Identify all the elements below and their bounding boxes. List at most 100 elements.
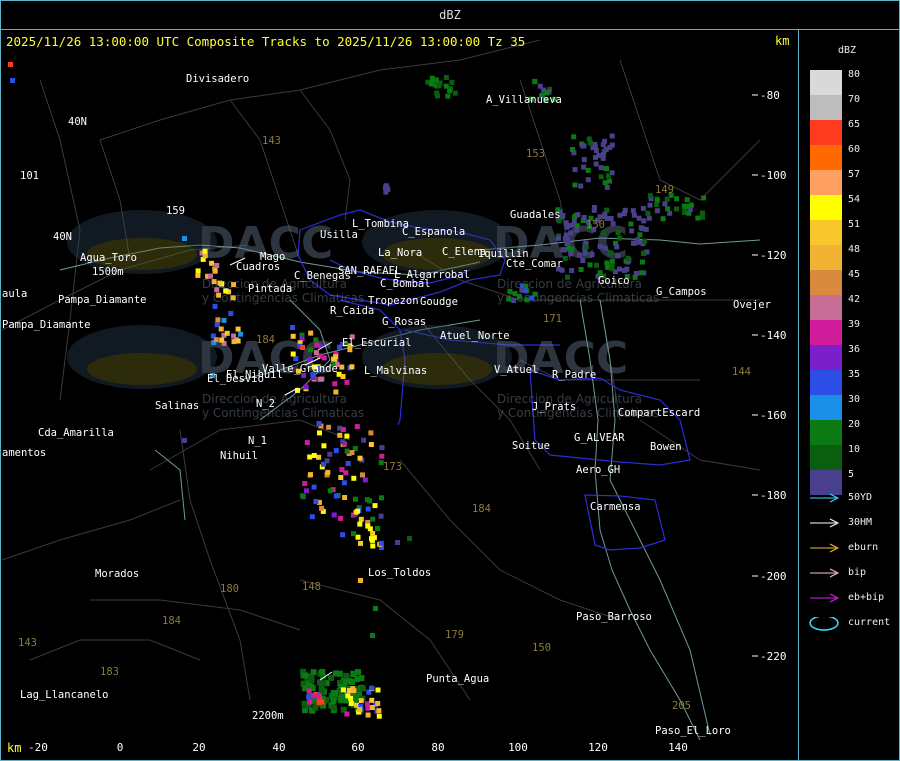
radar-map[interactable]: DACCDireccion de Agriculturay Contingenc… <box>0 0 799 761</box>
place-label: Pampa_Diamante <box>58 294 147 306</box>
echo-cell <box>581 157 587 163</box>
echo-cell <box>447 88 453 94</box>
dacc-logo-field <box>87 353 197 385</box>
echo-cell <box>362 477 368 483</box>
place-label: Aero_GH <box>576 464 620 476</box>
echo-cell <box>309 514 315 520</box>
km-unit-bottom: km <box>7 741 22 755</box>
place-label: Carmensa <box>590 501 641 513</box>
echo-cell <box>290 351 296 357</box>
echo-cell <box>316 421 322 426</box>
echo-cell <box>511 298 517 304</box>
echo-cell <box>340 687 346 693</box>
echo-cell <box>319 505 325 511</box>
echo-cell <box>302 672 309 679</box>
echo-cell <box>310 669 317 676</box>
echo-cell <box>330 704 337 711</box>
echo-cell <box>604 184 610 190</box>
echo-cell <box>597 243 603 249</box>
echo-cell <box>610 221 616 227</box>
echo-cell <box>316 454 322 460</box>
echo-cell <box>701 195 707 201</box>
track-legend-eb+bip: eb+bip <box>808 592 884 609</box>
echo-cell <box>379 445 385 451</box>
echo-cell <box>307 699 313 705</box>
echo-cell <box>346 688 352 693</box>
place-label: V_Atuel <box>494 364 538 376</box>
echo-cell <box>202 253 208 259</box>
echo-cell <box>600 230 606 236</box>
road-line <box>619 59 761 201</box>
echo-cell <box>630 240 636 246</box>
echo-cell <box>581 164 587 170</box>
echo-cell <box>640 259 645 265</box>
echo-cell <box>654 208 660 214</box>
y-tick-label: -80 <box>760 89 780 102</box>
place-label: aula <box>2 288 27 300</box>
echo-cell <box>578 183 584 189</box>
echo-cell <box>633 271 639 276</box>
legend-value-65: 65 <box>848 119 861 130</box>
echo-cell <box>223 288 229 294</box>
echo-cell <box>628 221 634 227</box>
x-tick-label: 80 <box>431 741 444 754</box>
echo-cell <box>349 678 356 685</box>
echo-cell <box>695 215 701 221</box>
echo-cell <box>327 488 333 494</box>
route-number: 149 <box>655 184 674 196</box>
place-label: G_Rosas <box>382 316 426 328</box>
echo-cell <box>609 266 615 272</box>
echo-cell <box>311 453 317 458</box>
echo-cell <box>589 252 595 257</box>
echo-cell <box>333 389 339 395</box>
echo-cell <box>224 330 230 336</box>
echo-cell <box>365 506 371 512</box>
echo-cell <box>571 219 577 224</box>
legend-swatch-42 <box>810 295 842 320</box>
echo-cell <box>318 685 325 692</box>
echo-cell <box>359 685 366 692</box>
echo-cell <box>449 79 455 85</box>
legend-value-5: 5 <box>848 469 855 480</box>
echo-cell <box>344 448 350 454</box>
echo-cell <box>602 245 608 251</box>
x-tick-label: 120 <box>588 741 608 754</box>
legend-value-20: 20 <box>848 419 861 430</box>
echo-cell <box>654 202 660 207</box>
echo-cell <box>340 439 346 445</box>
echo-cell <box>340 532 346 538</box>
place-label: Los_Toldos <box>368 567 431 579</box>
echo-cell <box>605 173 611 179</box>
echo-cell <box>182 438 187 443</box>
place-label: Tropezon <box>368 295 419 307</box>
echo-cell <box>351 688 357 694</box>
place-label: Valle_Grande <box>262 363 338 375</box>
echo-cell <box>308 472 313 478</box>
echo-cell <box>340 374 346 379</box>
echo-cell <box>598 174 604 180</box>
track-legend-bip: bip <box>808 567 866 584</box>
echo-cell <box>290 325 295 330</box>
echo-cell <box>375 526 380 531</box>
y-tick-label: -160 <box>760 409 787 422</box>
place-label: CompartEscard <box>618 407 700 419</box>
echo-cell <box>375 701 381 706</box>
road-line <box>399 459 621 621</box>
x-tick-label: 20 <box>192 741 205 754</box>
route-number: 183 <box>100 666 119 678</box>
echo-cell <box>615 253 621 259</box>
echo-cell <box>624 266 630 272</box>
echo-cell <box>602 180 608 186</box>
echo-cell <box>555 235 561 241</box>
echo-cell <box>625 255 631 261</box>
legend-value-10: 10 <box>848 444 861 455</box>
route-number: 150 <box>532 642 551 654</box>
place-label: 40N <box>68 116 87 128</box>
echo-cell <box>215 317 221 323</box>
echo-cell <box>349 364 355 370</box>
echo-cell <box>338 475 344 480</box>
echo-cell <box>506 296 512 302</box>
route-number: 180 <box>220 583 239 595</box>
echo-cell <box>564 236 570 242</box>
track-legend-30HM: 30HM <box>808 517 872 534</box>
